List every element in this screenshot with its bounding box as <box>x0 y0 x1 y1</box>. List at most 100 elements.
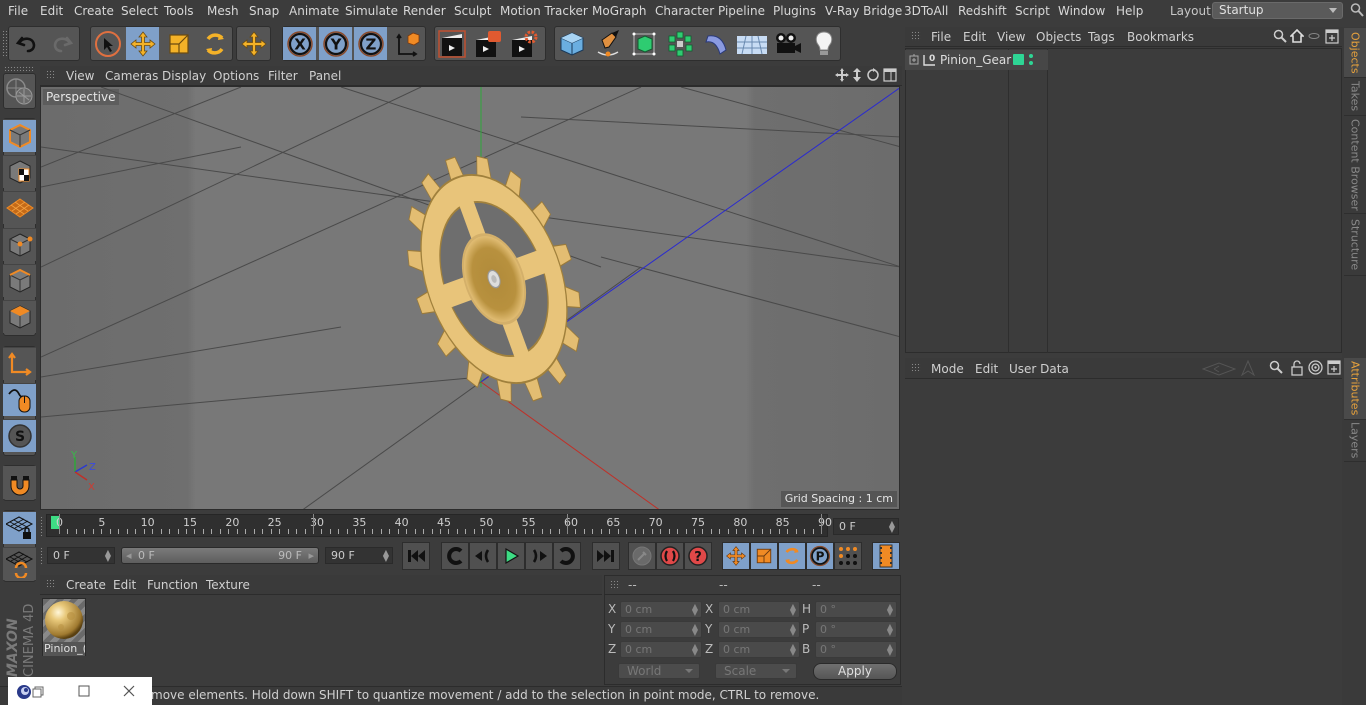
coordinate-mode-select[interactable]: World <box>618 663 700 679</box>
x-axis-button[interactable]: X <box>283 27 316 60</box>
tab-objects[interactable]: Objects <box>1344 28 1366 78</box>
material-name[interactable]: Pinion_( <box>43 642 85 656</box>
viewport-zoom-icon[interactable] <box>851 68 863 82</box>
menu-edit[interactable]: Edit <box>40 4 63 18</box>
menu-plugins[interactable]: Plugins <box>773 4 816 18</box>
end-frame-field[interactable]: 90 F ▲ ▼ <box>325 547 393 564</box>
z-axis-button[interactable]: Z <box>354 27 387 60</box>
solo-button[interactable]: S <box>3 419 36 452</box>
object-row[interactable]: 0 Pinion_Gear <box>905 50 1048 70</box>
key-rotation-button[interactable] <box>778 542 806 570</box>
object-menu-bookmarks[interactable]: Bookmarks <box>1127 30 1194 44</box>
menu-mograph[interactable]: MoGraph <box>592 4 647 18</box>
viewport-menu-filter[interactable]: Filter <box>268 69 298 83</box>
subdivision-button[interactable] <box>627 27 660 60</box>
key-scale-button[interactable] <box>750 542 778 570</box>
navigate-up-icon[interactable] <box>1241 360 1255 376</box>
spinner-icon[interactable]: ▲ ▼ <box>105 549 111 563</box>
spinner-icon[interactable]: ▲ ▼ <box>692 603 698 617</box>
coordinate-grip[interactable] <box>610 580 620 590</box>
menu-create[interactable]: Create <box>74 4 114 18</box>
menu-file[interactable]: File <box>8 4 28 18</box>
camera-label[interactable]: Perspective <box>43 89 119 105</box>
play-button[interactable] <box>497 542 525 570</box>
target-icon[interactable] <box>1308 360 1323 375</box>
workplane-lock-button[interactable] <box>3 511 36 544</box>
toolbar-grip[interactable] <box>2 30 7 58</box>
lock-icon[interactable] <box>1291 360 1303 376</box>
left-toolbar-grip[interactable] <box>4 66 34 71</box>
model-mode-button[interactable] <box>3 119 36 152</box>
material-menu-edit[interactable]: Edit <box>113 578 136 592</box>
attribute-menu-mode[interactable]: Mode <box>931 362 964 376</box>
scale-tool-button[interactable] <box>162 27 195 60</box>
object-manager-grip[interactable] <box>911 31 921 41</box>
make-editable-button[interactable] <box>3 74 36 107</box>
rotation-field[interactable]: 0 ° ▲ ▼ <box>815 641 897 658</box>
viewport-menu-options[interactable]: Options <box>213 69 259 83</box>
rotation-field[interactable]: 0 ° ▲ ▼ <box>815 621 897 638</box>
attribute-manager-grip[interactable] <box>911 363 921 373</box>
render-visibility-dot[interactable] <box>1029 61 1033 65</box>
render-picture-viewer-button[interactable] <box>471 27 504 60</box>
material-menu-create[interactable]: Create <box>66 578 106 592</box>
previous-key-button[interactable] <box>441 542 469 570</box>
points-mode-button[interactable] <box>3 228 36 261</box>
key-position-button[interactable] <box>722 542 750 570</box>
cloner-button[interactable] <box>663 27 696 60</box>
menu-motion-tracker[interactable]: Motion Tracker <box>500 4 588 18</box>
object-name[interactable]: Pinion_Gear <box>940 53 1011 67</box>
deformer-button[interactable] <box>699 27 732 60</box>
keyframe-selection-button[interactable]: ? <box>684 542 712 570</box>
workplane-align-button[interactable] <box>3 547 36 580</box>
floor-button[interactable] <box>735 27 768 60</box>
menu-sculpt[interactable]: Sculpt <box>454 4 491 18</box>
viewport-menu-panel[interactable]: Panel <box>309 69 341 83</box>
range-left-arrow-icon[interactable]: ◂ <box>126 548 132 563</box>
spinner-icon[interactable]: ▲ ▼ <box>887 643 893 657</box>
menu-mesh[interactable]: Mesh <box>207 4 239 18</box>
spinner-icon[interactable]: ▲ ▼ <box>692 623 698 637</box>
record-button[interactable] <box>628 542 656 570</box>
home-icon[interactable] <box>1290 29 1304 44</box>
3d-viewport[interactable]: Y Z X Perspective Grid Spacing : 1 cm <box>40 86 900 510</box>
key-pla-button[interactable] <box>834 542 862 570</box>
undo-button[interactable] <box>10 27 43 60</box>
edges-mode-button[interactable] <box>3 264 36 297</box>
render-view-button[interactable] <box>435 27 468 60</box>
start-frame-field[interactable]: 0 F ▲ ▼ <box>47 547 115 564</box>
object-menu-view[interactable]: View <box>997 30 1025 44</box>
coordinate-system-button[interactable] <box>391 27 424 60</box>
link-icon[interactable] <box>1308 31 1320 41</box>
menu-vray-bridge[interactable]: V-Ray Bridge <box>825 4 902 18</box>
go-to-start-button[interactable] <box>402 542 430 570</box>
close-icon[interactable] <box>123 685 135 697</box>
menu-pipeline[interactable]: Pipeline <box>718 4 765 18</box>
expand-icon[interactable] <box>909 54 919 66</box>
render-settings-button[interactable] <box>507 27 540 60</box>
tab-attributes[interactable]: Attributes <box>1344 358 1366 420</box>
new-panel-icon[interactable] <box>1325 29 1339 44</box>
snap-button[interactable] <box>3 466 36 499</box>
rotate-tool-button[interactable] <box>198 27 231 60</box>
navigate-back-icon[interactable] <box>1202 361 1236 377</box>
range-right-arrow-icon[interactable]: ▸ <box>308 548 314 563</box>
tab-takes[interactable]: Takes <box>1344 78 1366 116</box>
material-menu-texture[interactable]: Texture <box>206 578 250 592</box>
search-icon[interactable] <box>1350 2 1364 18</box>
size-field[interactable]: 0 cm ▲ ▼ <box>718 641 800 658</box>
polygons-mode-button[interactable] <box>3 300 36 333</box>
apply-button[interactable]: Apply <box>813 663 897 680</box>
key-parameter-button[interactable]: P <box>806 542 834 570</box>
y-axis-button[interactable]: Y <box>319 27 352 60</box>
position-field[interactable]: 0 cm ▲ ▼ <box>620 621 702 638</box>
timeline-button[interactable] <box>872 542 900 570</box>
spinner-icon[interactable]: ▲ ▼ <box>889 520 895 534</box>
menu-character[interactable]: Character <box>655 4 714 18</box>
object-menu-objects[interactable]: Objects <box>1036 30 1081 44</box>
spinner-icon[interactable]: ▲ ▼ <box>383 549 389 563</box>
layer-color-swatch[interactable] <box>1013 54 1024 65</box>
menu-snap[interactable]: Snap <box>249 4 279 18</box>
tweak-mode-button[interactable] <box>3 383 36 416</box>
rotation-field[interactable]: 0 ° ▲ ▼ <box>815 601 897 618</box>
